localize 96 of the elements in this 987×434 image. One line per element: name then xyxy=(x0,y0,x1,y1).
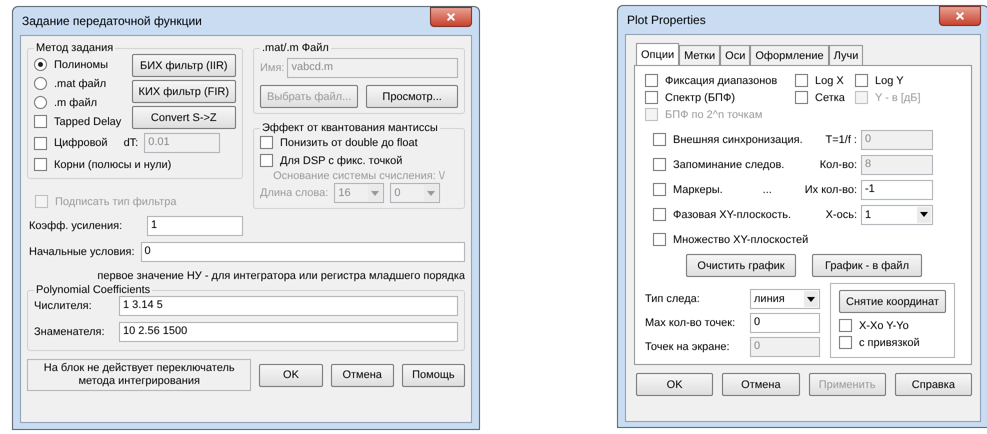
checkbox[interactable] xyxy=(795,74,808,87)
radio-button[interactable] xyxy=(34,77,47,90)
hint-text: первое значение НУ - для интегратора или регистра младшего порядка xyxy=(96,270,465,282)
coordinates-button[interactable]: Снятие координат xyxy=(839,290,946,313)
action-button[interactable]: График - в файл xyxy=(812,254,922,277)
field-label: T=1/f : xyxy=(824,134,857,146)
dialog-button[interactable]: Справка xyxy=(894,373,972,396)
dropdown-arrow-icon xyxy=(371,190,380,196)
radio-label: .mat файл xyxy=(54,78,106,90)
dialog-button[interactable]: Помощь xyxy=(402,364,465,387)
action-button[interactable]: Очистить график xyxy=(686,254,796,277)
checkbox-label: с привязкой xyxy=(859,336,920,348)
checkbox-label: Понизить от double до float xyxy=(280,136,418,148)
dialog-button[interactable]: Отмена xyxy=(330,364,394,387)
close-button[interactable] xyxy=(939,6,981,26)
tab[interactable]: Лучи xyxy=(828,45,864,65)
radio-button[interactable] xyxy=(34,96,47,109)
checkbox-label: Y - в [дБ] xyxy=(875,92,921,104)
input-field[interactable]: 1 3.14 5 xyxy=(119,296,458,316)
input-field[interactable]: 0 xyxy=(750,313,820,333)
checkbox-label: Запоминание следов. xyxy=(673,158,784,170)
checkbox[interactable] xyxy=(839,336,852,349)
checkbox-label: Внешняя синхронизация. xyxy=(673,134,803,146)
field-label: Их кол-во: xyxy=(804,184,857,196)
tab[interactable]: Метки xyxy=(679,45,720,65)
checkbox-label: Сетка xyxy=(815,92,845,104)
radio-label: .m файл xyxy=(54,96,98,108)
field-label: Основание системы счисления: \/ xyxy=(272,170,446,182)
input-field[interactable]: 0 xyxy=(140,242,465,262)
field-label: Имя: xyxy=(260,62,284,74)
close-icon xyxy=(445,12,457,22)
input-field[interactable]: -1 xyxy=(861,180,933,200)
close-icon xyxy=(954,11,966,21)
window-title: Задание передаточной функции xyxy=(21,14,202,28)
checkbox-label: Множество XY-плоскостей xyxy=(673,234,808,246)
checkbox-label: БПФ по 2^n точкам xyxy=(665,108,762,120)
checkbox-label: X-Xo Y-Yo xyxy=(859,320,909,332)
checkbox-label: Подписать тип фильтра xyxy=(55,196,176,208)
info-text: На блок не действует переключатель метода интегрирования xyxy=(27,359,252,392)
field-label: Коэфф. усиления: xyxy=(29,220,122,232)
field-label: Длина слова: xyxy=(260,187,328,199)
ellipsis-text: ... xyxy=(762,184,772,196)
checkbox[interactable] xyxy=(839,319,852,332)
checkbox-label: Log X xyxy=(815,74,844,86)
field-label: X-ось: xyxy=(824,208,857,220)
checkbox-label: Корни (полюсы и нули) xyxy=(54,158,172,170)
tab[interactable]: Оформление xyxy=(750,45,829,65)
radio-button[interactable] xyxy=(34,58,47,71)
checkbox-label: Маркеры. xyxy=(673,184,723,196)
checkbox[interactable] xyxy=(34,158,47,171)
field-label: Max кол-во точек: xyxy=(645,317,736,329)
checkbox-label: Log Y xyxy=(875,74,904,86)
checkbox[interactable] xyxy=(653,183,666,196)
group-title: Polynomial Coefficients xyxy=(35,284,152,296)
input-field[interactable]: 1 xyxy=(147,216,243,236)
checkbox-label: Цифровой xyxy=(54,137,108,149)
field-label: Числителя: xyxy=(34,300,93,312)
checkbox[interactable] xyxy=(645,91,658,104)
window-title: Plot Properties xyxy=(626,13,706,27)
dialog-button[interactable]: OK xyxy=(259,364,323,387)
dropdown[interactable]: 1 xyxy=(861,204,933,224)
field-label: Кол-во: xyxy=(818,158,857,170)
dropdown-arrow-icon xyxy=(920,212,928,217)
field-label: Начальные условия: xyxy=(29,246,135,258)
tab[interactable]: Опции xyxy=(636,43,680,65)
checkbox[interactable] xyxy=(645,74,658,87)
dropdown[interactable]: линия xyxy=(750,289,820,309)
field-label: dT: xyxy=(124,137,138,149)
checkbox-label: Фазовая XY-плоскость. xyxy=(673,208,792,220)
dropdown-arrow-icon xyxy=(807,296,815,302)
checkbox-label: Для DSP с фикс. точкой xyxy=(280,154,402,166)
dropdown-arrow-icon xyxy=(427,190,436,196)
checkbox[interactable] xyxy=(34,115,47,128)
group-title: Метод задания xyxy=(35,42,114,54)
field-label: Точек на экране: xyxy=(645,341,731,353)
dialog-button[interactable]: Отмена xyxy=(722,373,800,396)
input-field[interactable]: 10 2.56 1500 xyxy=(119,322,458,342)
checkbox[interactable] xyxy=(34,136,47,150)
dialog-button[interactable]: OK xyxy=(636,373,714,396)
close-button[interactable] xyxy=(430,7,472,27)
group-title: .mat/.m Файл xyxy=(261,42,330,54)
checkbox[interactable] xyxy=(653,233,666,246)
field-label: Тип следа: xyxy=(645,293,701,305)
checkbox[interactable] xyxy=(795,91,808,104)
filter-button[interactable]: Convert S->Z xyxy=(132,106,236,129)
field-label: Знаменателя: xyxy=(34,326,106,338)
checkbox[interactable] xyxy=(653,208,666,221)
checkbox-label: Tapped Delay xyxy=(54,116,122,128)
filter-button[interactable]: БИХ фильтр (IIR) xyxy=(132,54,236,77)
group-title: Эффект от квантования мантиссы xyxy=(261,122,439,134)
checkbox-label: Спектр (БПФ) xyxy=(665,92,735,104)
checkbox-label: Фиксация диапазонов xyxy=(665,74,778,86)
checkbox[interactable] xyxy=(855,74,868,87)
tab[interactable]: Оси xyxy=(720,45,750,65)
filter-button[interactable]: КИХ фильтр (FIR) xyxy=(132,80,236,103)
radio-label: Полиномы xyxy=(54,58,108,70)
